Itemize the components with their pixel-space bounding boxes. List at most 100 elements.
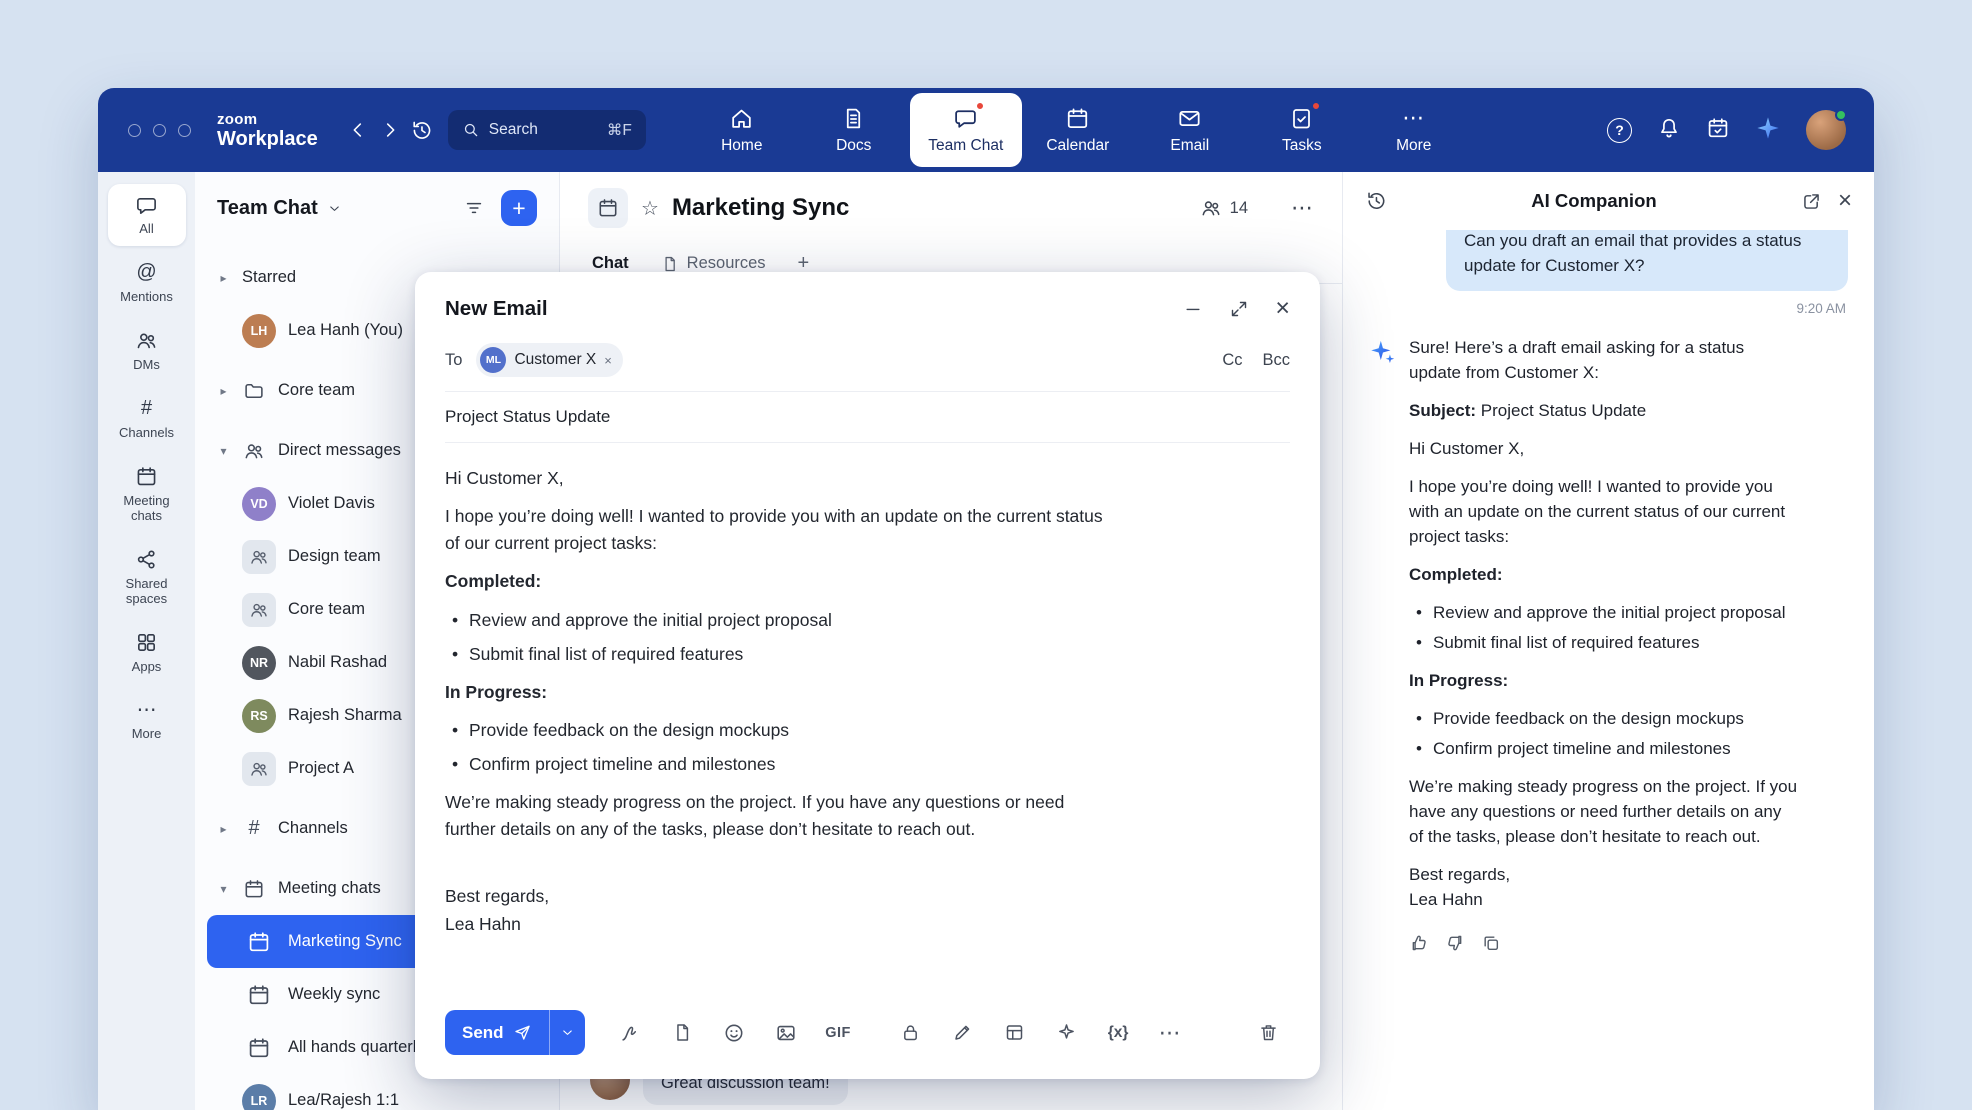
- template-button[interactable]: [993, 1012, 1036, 1054]
- filter-button[interactable]: [457, 191, 491, 225]
- window-minimize-button[interactable]: [153, 124, 166, 137]
- calendar-icon: [247, 1036, 271, 1060]
- remove-recipient-icon[interactable]: ×: [604, 353, 612, 368]
- variables-button[interactable]: {x}: [1097, 1012, 1140, 1054]
- history-button[interactable]: [406, 113, 438, 147]
- copy-button[interactable]: [1481, 933, 1501, 961]
- pencil-icon: [952, 1022, 973, 1043]
- thumbs-up-button[interactable]: [1409, 933, 1429, 961]
- member-count-button[interactable]: 14: [1200, 197, 1248, 219]
- search-placeholder: Search: [489, 121, 538, 139]
- upcoming-meetings-button[interactable]: [1706, 116, 1730, 145]
- more-tools-button[interactable]: ⋯: [1149, 1012, 1192, 1054]
- insert-image-button[interactable]: [765, 1012, 808, 1054]
- subject-field[interactable]: Project Status Update: [445, 392, 1290, 443]
- zoom-workplace-window: zoom Workplace Search ⌘F Home Docs: [98, 88, 1874, 1110]
- discard-button[interactable]: [1247, 1012, 1290, 1054]
- send-icon: [513, 1023, 532, 1042]
- more-icon: ⋯: [137, 698, 157, 722]
- gif-button[interactable]: GIF: [817, 1012, 860, 1054]
- chevron-left-icon: [347, 119, 369, 141]
- help-icon[interactable]: ?: [1607, 118, 1632, 143]
- email-signature-block: Best regards, Lea Hahn: [445, 883, 1290, 937]
- minimize-button[interactable]: [1183, 299, 1203, 319]
- search-input[interactable]: Search ⌘F: [448, 110, 646, 150]
- forward-button[interactable]: [374, 113, 406, 147]
- thumbs-up-icon: [1409, 933, 1429, 953]
- chat-list-title-menu[interactable]: Team Chat: [217, 197, 342, 220]
- member-count: 14: [1230, 199, 1248, 218]
- attach-file-button[interactable]: [661, 1012, 704, 1054]
- edit-button[interactable]: [941, 1012, 984, 1054]
- rail-item-channels[interactable]: # Channels: [108, 388, 186, 450]
- people-icon: [1200, 197, 1222, 219]
- nav-tab-docs[interactable]: Docs: [798, 88, 910, 172]
- calendar-icon: [1065, 106, 1090, 131]
- ai-compose-button[interactable]: [1045, 1012, 1088, 1054]
- favorite-star-icon[interactable]: ☆: [641, 196, 659, 221]
- chevron-down-icon: [327, 201, 342, 216]
- chatlist-item-lea-rajesh[interactable]: LR Lea/Rajesh 1:1: [207, 1074, 547, 1110]
- email-body-editor[interactable]: Hi Customer X, I hope you’re doing well!…: [415, 443, 1320, 996]
- send-button[interactable]: Send: [445, 1010, 549, 1055]
- window-close-button[interactable]: [128, 124, 141, 137]
- rail-item-meeting-chats[interactable]: Meeting chats: [108, 456, 186, 533]
- recipient-name: Customer X: [514, 351, 596, 369]
- notifications-button[interactable]: [1657, 116, 1681, 145]
- app-body: All @ Mentions DMs # Channels Meeting ch…: [98, 172, 1874, 1110]
- in-progress-list: Provide feedback on the design mockups C…: [445, 717, 1290, 778]
- email-intro: I hope you’re doing well! I wanted to pr…: [1409, 475, 1799, 550]
- nav-tab-calendar[interactable]: Calendar: [1022, 88, 1134, 172]
- rail-item-all[interactable]: All: [108, 184, 186, 246]
- new-chat-button[interactable]: +: [501, 190, 537, 226]
- nav-tab-email[interactable]: Email: [1134, 88, 1246, 172]
- to-row[interactable]: To ML Customer X × Cc Bcc: [445, 337, 1290, 392]
- close-button[interactable]: ×: [1275, 296, 1290, 321]
- tasks-icon: [1289, 106, 1314, 131]
- ai-close-button[interactable]: ×: [1838, 189, 1852, 213]
- ai-history-button[interactable]: [1365, 190, 1387, 212]
- copy-icon: [1481, 933, 1501, 953]
- more-icon: ⋯: [1402, 105, 1425, 131]
- ai-companion-button[interactable]: [1755, 115, 1781, 146]
- signature-button[interactable]: [609, 1012, 652, 1054]
- rail-item-dms[interactable]: DMs: [108, 320, 186, 382]
- bcc-button[interactable]: Bcc: [1262, 351, 1290, 370]
- rail-item-more[interactable]: ⋯ More: [108, 689, 186, 751]
- send-options-button[interactable]: [549, 1010, 585, 1055]
- thumbs-down-button[interactable]: [1445, 933, 1465, 961]
- back-button[interactable]: [342, 113, 374, 147]
- lock-icon: [900, 1022, 921, 1043]
- window-zoom-button[interactable]: [178, 124, 191, 137]
- completed-heading: Completed:: [445, 568, 1105, 595]
- calendar-icon: [247, 930, 271, 954]
- people-icon: [243, 440, 265, 462]
- ai-conversation[interactable]: Can you draft an email that provides a s…: [1343, 230, 1874, 1110]
- completed-list: Review and approve the initial project p…: [1409, 601, 1799, 656]
- nav-tab-tasks[interactable]: Tasks: [1246, 88, 1358, 172]
- top-navigation-bar: zoom Workplace Search ⌘F Home Docs: [98, 88, 1874, 172]
- ai-popout-button[interactable]: [1801, 191, 1822, 212]
- expand-button[interactable]: [1229, 299, 1249, 319]
- avatar: LH: [242, 314, 276, 348]
- nav-tab-team-chat[interactable]: Team Chat: [910, 93, 1022, 167]
- recipient-chip[interactable]: ML Customer X ×: [476, 343, 622, 377]
- rail-item-apps[interactable]: Apps: [108, 622, 186, 684]
- rail-item-mentions[interactable]: @ Mentions: [108, 252, 186, 314]
- nav-tab-more[interactable]: ⋯ More: [1358, 88, 1470, 172]
- profile-avatar[interactable]: [1806, 110, 1846, 150]
- group-icon: [249, 759, 269, 779]
- emoji-button[interactable]: [713, 1012, 756, 1054]
- channel-more-button[interactable]: ⋯: [1291, 195, 1314, 221]
- user-message-bubble: Can you draft an email that provides a s…: [1446, 230, 1848, 291]
- calendar-icon: [247, 983, 271, 1007]
- rail-item-shared-spaces[interactable]: Shared spaces: [108, 539, 186, 616]
- email-signature: Lea Hahn: [445, 911, 1290, 938]
- ai-subject-line: Subject: Project Status Update: [1409, 399, 1799, 424]
- calendar-icon: [243, 878, 265, 900]
- email-signoff: Best regards,: [445, 883, 1290, 910]
- cc-button[interactable]: Cc: [1222, 351, 1242, 370]
- encrypt-button[interactable]: [889, 1012, 932, 1054]
- search-icon: [462, 121, 480, 139]
- nav-tab-home[interactable]: Home: [686, 88, 798, 172]
